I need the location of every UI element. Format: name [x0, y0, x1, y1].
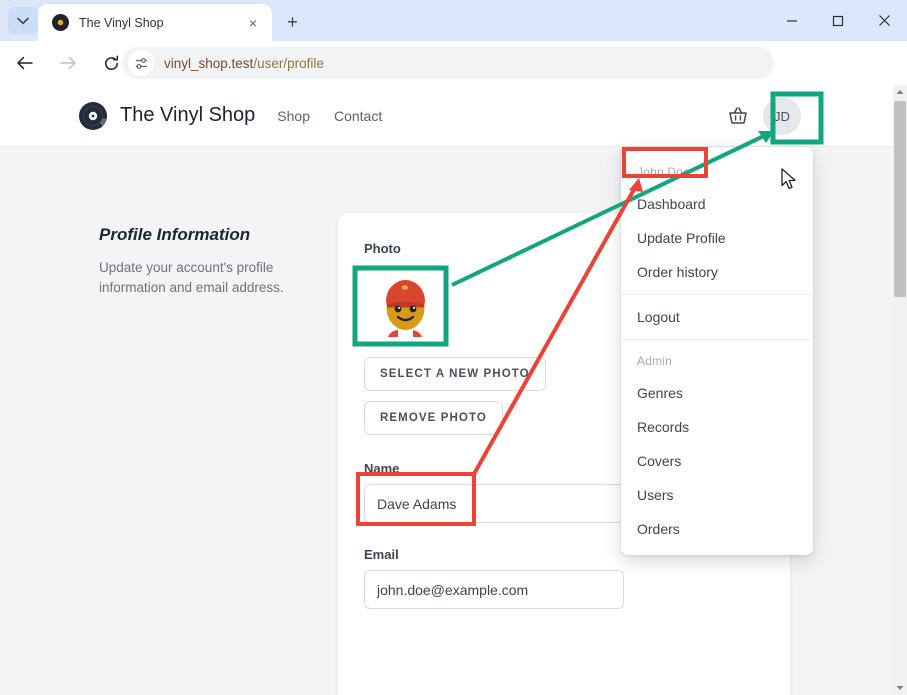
scroll-up-arrow[interactable] [893, 85, 907, 99]
browser-tab[interactable]: The Vinyl Shop × [38, 4, 272, 41]
basket-glyph [729, 107, 747, 124]
menu-item-genres[interactable]: Genres [621, 376, 813, 410]
page-title: Profile Information [99, 225, 251, 244]
brand-name: The Vinyl Shop [120, 104, 256, 126]
window-controls [769, 0, 907, 41]
close-icon [878, 15, 890, 26]
user-avatar-photo [364, 264, 447, 347]
scrollbar-thumb[interactable] [894, 101, 906, 297]
menu-item-order-history[interactable]: Order history [621, 255, 813, 289]
menu-divider [621, 294, 813, 295]
name-input-field[interactable] [364, 484, 624, 523]
menu-item-dashboard[interactable]: Dashboard [621, 187, 813, 221]
tab-strip: The Vinyl Shop × + [0, 0, 907, 41]
menu-item-covers[interactable]: Covers [621, 444, 813, 478]
minimize-icon [787, 19, 797, 22]
browser-toolbar: vinyl_shop.test/user/profile G 文 Gast [0, 41, 907, 118]
arrow-left-icon [17, 56, 33, 70]
remove-photo-button[interactable]: REMOVE PHOTO [364, 401, 503, 435]
profile-information-description: Update your account's profile informatio… [99, 260, 284, 295]
menu-item-orders[interactable]: Orders [621, 512, 813, 546]
chevron-up-icon [896, 90, 904, 94]
url-text: vinyl_shop.test/user/profile [164, 56, 324, 71]
tune-icon [135, 57, 147, 69]
site-settings-icon[interactable] [128, 50, 154, 76]
site-header: The Vinyl Shop Shop Contact JD [0, 85, 893, 147]
close-icon[interactable]: × [242, 12, 264, 34]
shopping-basket-icon[interactable] [727, 105, 749, 127]
site-nav: Shop Contact [277, 108, 382, 124]
vinyl-record-favicon [52, 14, 69, 31]
tab-search-button[interactable] [8, 7, 38, 34]
select-new-photo-button[interactable]: SELECT A NEW PHOTO [364, 357, 546, 391]
reload-icon [104, 54, 118, 70]
minimize-button[interactable] [769, 0, 815, 41]
vinyl-glyph [79, 101, 107, 130]
site-header-right: JD [727, 85, 801, 147]
browser-window: The Vinyl Shop × + vinyl_shop.test/user/… [0, 0, 907, 695]
dropdown-admin-section-label: Admin [637, 354, 673, 368]
maximize-icon [832, 15, 844, 26]
jd-avatar-button[interactable]: JD [763, 97, 801, 135]
photo-thumbnail[interactable] [364, 264, 447, 347]
maximize-button[interactable] [815, 0, 861, 41]
new-tab-button[interactable]: + [280, 10, 305, 35]
back-button[interactable] [7, 45, 43, 81]
menu-item-logout[interactable]: Logout [621, 300, 813, 334]
menu-item-users[interactable]: Users [621, 478, 813, 512]
arrow-right-icon [60, 56, 76, 70]
close-window-button[interactable] [861, 0, 907, 41]
page-viewport: The Vinyl Shop Shop Contact JD John Doe [0, 85, 907, 695]
chevron-down-icon [896, 686, 904, 690]
url-path: /user/profile [253, 55, 324, 71]
nav-link-contact[interactable]: Contact [334, 108, 382, 124]
user-dropdown-menu: John Doe Dashboard Update Profile Order … [621, 147, 813, 555]
vinyl-record-logo[interactable] [78, 101, 108, 131]
address-bar[interactable]: vinyl_shop.test/user/profile [122, 47, 774, 79]
forward-button[interactable] [50, 45, 86, 81]
menu-item-update-profile[interactable]: Update Profile [621, 221, 813, 255]
nav-link-shop[interactable]: Shop [277, 108, 310, 124]
tab-title: The Vinyl Shop [79, 15, 164, 30]
scroll-down-arrow[interactable] [893, 681, 907, 695]
menu-divider [621, 339, 813, 340]
mouse-cursor [781, 168, 796, 190]
menu-item-records[interactable]: Records [621, 410, 813, 444]
chevron-down-icon [17, 17, 29, 24]
profile-information-section: Profile Information Update your account'… [99, 225, 304, 298]
page-scrollbar[interactable] [893, 85, 907, 695]
url-host: vinyl_shop.test [164, 55, 254, 71]
email-input-field[interactable] [364, 570, 624, 609]
